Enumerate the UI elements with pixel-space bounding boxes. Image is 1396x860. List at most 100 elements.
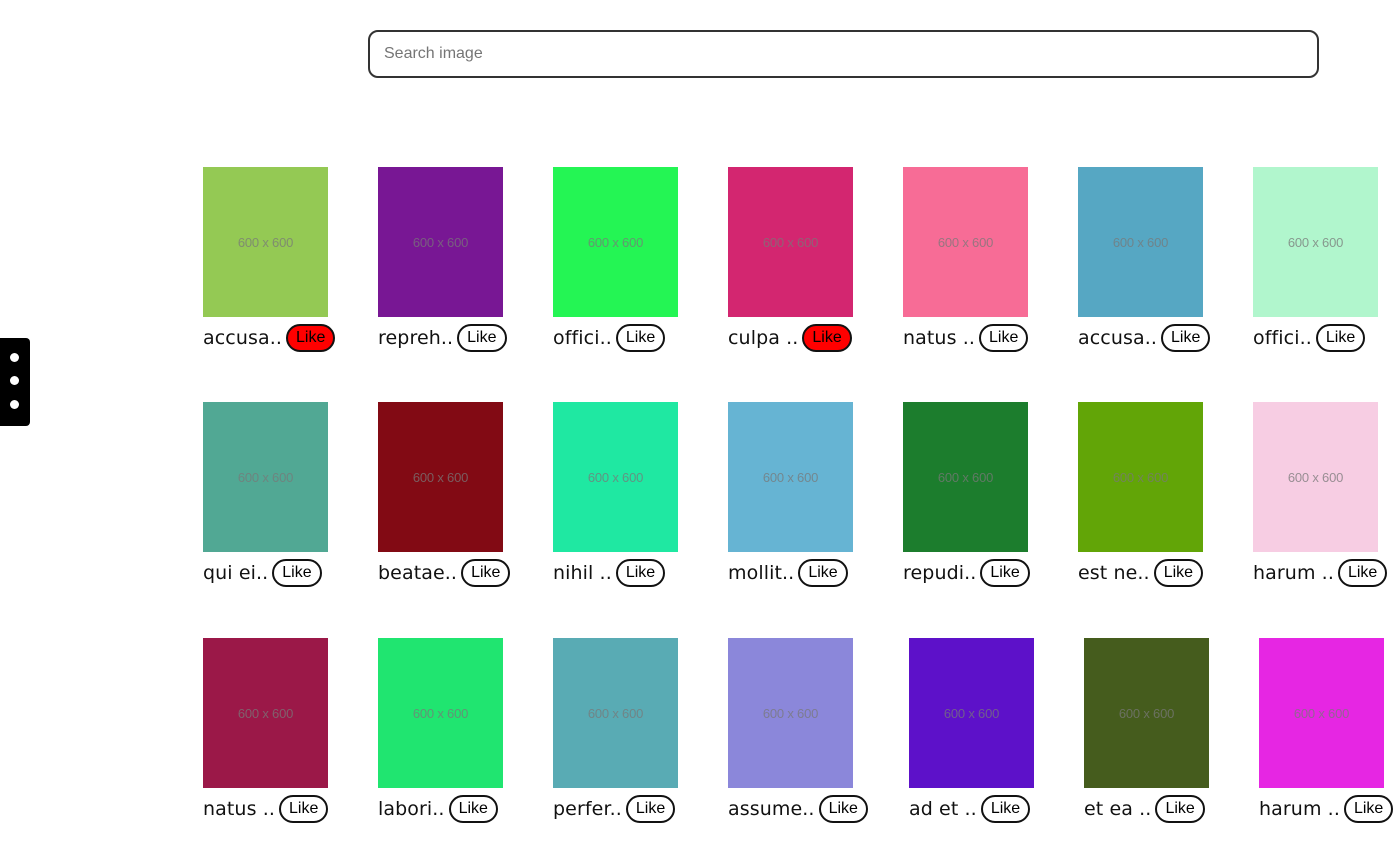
menu-dot-icon [10, 376, 19, 385]
gallery-image[interactable]: 600 x 600 [1084, 638, 1209, 788]
gallery-image[interactable]: 600 x 600 [378, 402, 503, 552]
image-title: accusa.. [203, 327, 282, 349]
gallery-image[interactable]: 600 x 600 [553, 638, 678, 788]
image-placeholder-text: 600 x 600 [1287, 234, 1344, 250]
search-bar [368, 30, 1319, 78]
card-caption: culpa .. Like [728, 323, 888, 353]
like-button[interactable]: Like [448, 795, 498, 823]
gallery-card: 600 x 600 offici.. Like [553, 167, 713, 353]
image-title: perfer.. [553, 798, 622, 820]
like-button[interactable]: Like [272, 559, 322, 587]
gallery-card: 600 x 600 culpa .. Like [728, 167, 888, 353]
like-button[interactable]: Like [818, 795, 868, 823]
gallery-image[interactable]: 600 x 600 [553, 167, 678, 317]
page: 600 x 600accusa..Like600 x 600repreh..Li… [0, 0, 1396, 860]
like-button[interactable]: Like [1155, 795, 1205, 823]
image-title: ad et .. [909, 798, 977, 820]
like-button[interactable]: Like [980, 559, 1030, 587]
gallery-card: 600 x 600 offici.. Like [1253, 167, 1396, 353]
like-button[interactable]: Like [279, 795, 329, 823]
like-button[interactable]: Like [1343, 795, 1394, 823]
search-input[interactable] [368, 30, 1319, 78]
menu-dot-icon [10, 353, 19, 362]
gallery-image[interactable]: 600 x 600 [378, 638, 503, 788]
image-title: beatae.. [378, 562, 458, 584]
like-button[interactable]: Like [615, 559, 666, 587]
card-caption: mollit.. Like [728, 558, 888, 588]
card-caption: natus .. Like [203, 794, 363, 824]
like-button[interactable]: Like [798, 559, 848, 587]
image-title: mollit.. [728, 562, 795, 584]
card-caption: qui ei.. Like [203, 558, 363, 588]
gallery-image[interactable]: 600 x 600 [203, 638, 328, 788]
card-caption: nihil .. Like [553, 558, 713, 588]
image-placeholder-text: 600 x 600 [1112, 469, 1169, 485]
like-button[interactable]: Like [1161, 324, 1211, 352]
gallery-image[interactable]: 600 x 600 [728, 402, 853, 552]
like-button[interactable]: Like [457, 324, 507, 352]
gallery-image[interactable]: 600 x 600 [1253, 167, 1378, 317]
image-title: repudi.. [903, 562, 977, 584]
image-placeholder-text: 600 x 600 [587, 705, 644, 721]
like-button[interactable]: Like [1315, 324, 1366, 352]
image-title: natus .. [203, 798, 275, 820]
image-placeholder-text: 600 x 600 [937, 469, 994, 485]
gallery-card: 600 x 600 natus .. Like [903, 167, 1063, 353]
like-button[interactable]: Like [1337, 559, 1388, 587]
gallery-image[interactable]: 600 x 600 [1078, 167, 1203, 317]
like-button[interactable]: Like [980, 795, 1031, 823]
gallery-image[interactable]: 600 x 600 [1259, 638, 1384, 788]
gallery-image[interactable]: 600 x 600 [1253, 402, 1378, 552]
gallery-card: 600 x 600 repudi.. Like [903, 402, 1063, 588]
like-button[interactable]: Like [625, 795, 676, 823]
image-title: nihil .. [553, 562, 612, 584]
gallery-image[interactable]: 600 x 600 [1078, 402, 1203, 552]
gallery-image[interactable]: 600 x 600 [909, 638, 1034, 788]
image-placeholder-text: 600 x 600 [1287, 469, 1344, 485]
side-menu-button[interactable] [0, 338, 30, 426]
gallery-image[interactable]: 600 x 600 [728, 167, 853, 317]
image-placeholder-text: 600 x 600 [412, 469, 469, 485]
image-title: accusa.. [1078, 327, 1157, 349]
gallery-image[interactable]: 600 x 600 [903, 167, 1028, 317]
card-caption: et ea .. Like [1084, 794, 1244, 824]
gallery-image[interactable]: 600 x 600 [903, 402, 1028, 552]
card-caption: harum .. Like [1253, 558, 1396, 588]
image-title: offici.. [1253, 327, 1312, 349]
gallery-image[interactable]: 600 x 600 [553, 402, 678, 552]
gallery-card: 600 x 600 beatae.. Like [378, 402, 538, 588]
gallery-card: 600 x 600 natus .. Like [203, 638, 363, 824]
gallery-card: 600 x 600 repreh.. Like [378, 167, 538, 353]
gallery-image[interactable]: 600 x 600 [378, 167, 503, 317]
gallery-image[interactable]: 600 x 600 [203, 167, 328, 317]
image-placeholder-text: 600 x 600 [587, 234, 644, 250]
card-caption: harum .. Like [1259, 794, 1396, 824]
image-title: natus .. [903, 327, 975, 349]
like-button[interactable]: Like [461, 559, 511, 587]
gallery-image[interactable]: 600 x 600 [728, 638, 853, 788]
like-button[interactable]: Like [979, 324, 1029, 352]
like-button[interactable]: Like [802, 324, 852, 352]
image-title: labori.. [378, 798, 445, 820]
image-placeholder-text: 600 x 600 [237, 705, 294, 721]
like-button[interactable]: Like [1153, 559, 1204, 587]
gallery-card: 600 x 600 harum .. Like [1259, 638, 1396, 824]
gallery-image[interactable]: 600 x 600 [203, 402, 328, 552]
gallery-card: 600 x 600 accusa.. Like [203, 167, 363, 353]
gallery-card: 600 x 600 ad et .. Like [909, 638, 1069, 824]
card-caption: natus .. Like [903, 323, 1063, 353]
image-placeholder-text: 600 x 600 [237, 469, 294, 485]
image-title: offici.. [553, 327, 612, 349]
image-title: culpa .. [728, 327, 799, 349]
image-placeholder-text: 600 x 600 [412, 234, 469, 250]
gallery-card: 600 x 600 qui ei.. Like [203, 402, 363, 588]
image-placeholder-text: 600 x 600 [762, 469, 819, 485]
card-caption: assume.. Like [728, 794, 888, 824]
image-placeholder-text: 600 x 600 [412, 705, 469, 721]
like-button[interactable]: Like [286, 324, 336, 352]
card-caption: perfer.. Like [553, 794, 713, 824]
image-placeholder-text: 600 x 600 [762, 705, 819, 721]
like-button[interactable]: Like [615, 324, 666, 352]
card-caption: est ne.. Like [1078, 558, 1238, 588]
image-title: repreh.. [378, 327, 454, 349]
